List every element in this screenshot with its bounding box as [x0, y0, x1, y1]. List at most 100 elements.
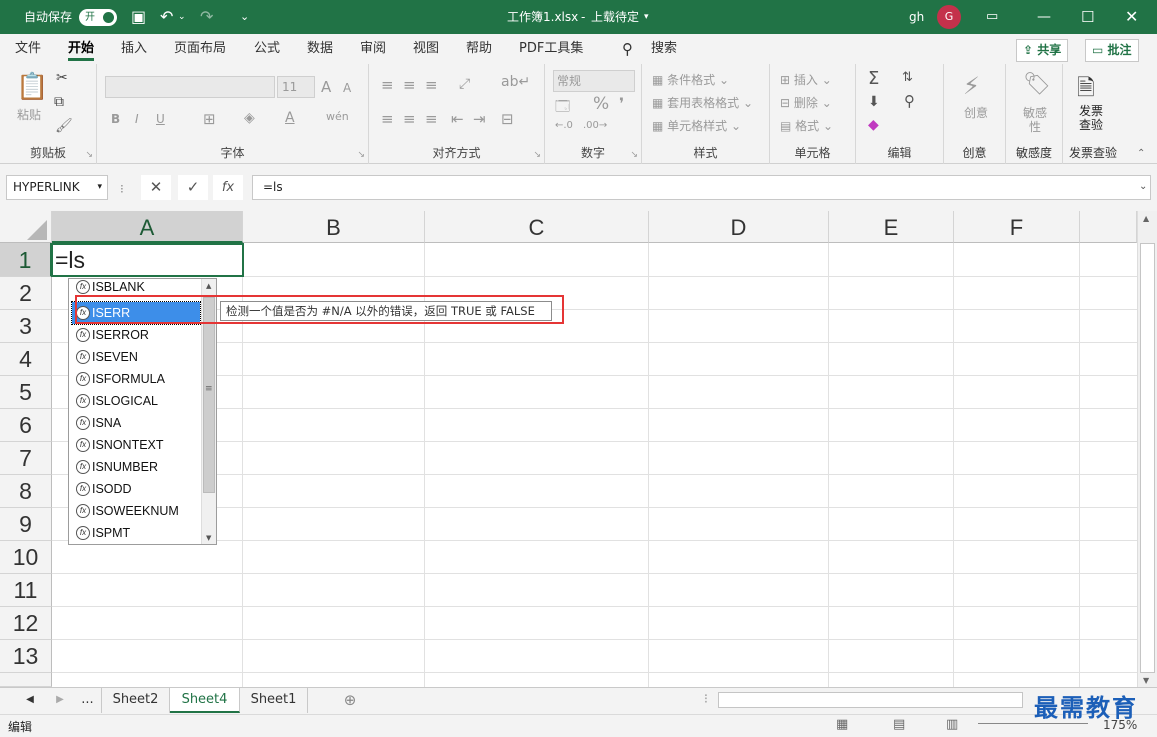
tab-data[interactable]: 数据 — [307, 34, 333, 64]
minimize-icon[interactable]: — — [1037, 0, 1051, 34]
ideas-icon[interactable]: ⚡ — [963, 72, 980, 100]
zoom-slider[interactable] — [978, 723, 1088, 724]
user-name[interactable]: gh — [909, 0, 924, 34]
avatar[interactable]: G — [937, 5, 961, 29]
format-cells-button[interactable]: ▤ 格式 ⌄ — [780, 117, 833, 134]
vertical-scroll-thumb[interactable] — [1140, 243, 1155, 673]
font-launcher-icon[interactable]: ↘ — [357, 150, 365, 160]
enter-entry-icon[interactable]: ✓ — [178, 175, 208, 200]
list-item[interactable]: fx ISERROR — [72, 324, 200, 346]
delete-cells-button[interactable]: ⊟ 删除 ⌄ — [780, 94, 832, 111]
align-right-icon[interactable]: ≡ — [425, 110, 438, 128]
column-header-e[interactable]: E — [829, 211, 954, 243]
number-launcher-icon[interactable]: ↘ — [630, 150, 638, 160]
phonetic-icon[interactable]: wén — [326, 110, 349, 123]
insert-function-button[interactable]: fx — [213, 175, 243, 200]
number-format-select[interactable]: 常规 — [553, 70, 635, 92]
name-box-dropdown-icon[interactable]: ▾ — [97, 176, 102, 199]
underline-button[interactable]: U — [156, 112, 165, 126]
name-box[interactable]: HYPERLINK ▾ — [6, 175, 108, 200]
conditional-format-button[interactable]: ▦ 条件格式 ⌄ — [652, 71, 729, 88]
row-header-14[interactable] — [0, 673, 52, 687]
list-item[interactable]: fx ISBLANK — [72, 280, 200, 294]
align-middle-icon[interactable]: ≡ — [403, 76, 416, 94]
tab-insert[interactable]: 插入 — [121, 34, 147, 64]
list-item[interactable]: fx ISNUMBER — [72, 456, 200, 478]
align-top-icon[interactable]: ≡ — [381, 76, 394, 94]
formula-input[interactable]: =ls — [252, 175, 1151, 200]
sensitivity-button[interactable]: 敏感性 — [1020, 106, 1050, 134]
redo-icon[interactable]: ↷ — [200, 0, 213, 34]
format-painter-icon[interactable]: 🖌 — [55, 118, 73, 134]
close-icon[interactable]: ✕ — [1125, 0, 1138, 34]
column-header-f[interactable]: F — [954, 211, 1080, 243]
grow-font-icon[interactable]: A — [321, 78, 331, 96]
row-header-9[interactable]: 9 — [0, 508, 52, 541]
customize-qat-icon[interactable]: ⌄ — [240, 0, 249, 34]
list-item[interactable]: fx ISODD — [72, 478, 200, 500]
tab-formulas[interactable]: 公式 — [254, 34, 280, 64]
list-item[interactable]: fx ISEVEN — [72, 346, 200, 368]
save-icon[interactable]: ▣ — [131, 0, 146, 34]
column-header-b[interactable]: B — [243, 211, 425, 243]
select-all-corner[interactable] — [0, 211, 52, 243]
search-icon[interactable]: ⚲ — [622, 34, 633, 64]
find-select-icon[interactable]: ⚲ — [904, 92, 915, 110]
list-item[interactable]: fx ISNA — [72, 412, 200, 434]
clear-icon[interactable]: ◆ — [868, 117, 879, 133]
cut-icon[interactable]: ✂ — [56, 70, 68, 86]
paste-icon[interactable]: 📋 — [16, 72, 48, 102]
fill-color-icon[interactable]: ◈ — [244, 110, 255, 126]
next-sheet-icon[interactable]: ▶ — [48, 688, 72, 713]
clipboard-launcher-icon[interactable]: ↘ — [85, 150, 93, 160]
undo-dropdown-icon[interactable]: ⌄ — [178, 0, 186, 34]
font-name-input[interactable] — [105, 76, 275, 98]
tab-home[interactable]: 开始 — [68, 34, 95, 64]
paste-label[interactable]: 粘贴 — [17, 106, 41, 123]
vertical-scrollbar[interactable]: ▲ ▼ — [1137, 211, 1157, 687]
insert-cells-button[interactable]: ⊞ 插入 ⌄ — [780, 71, 832, 88]
row-header-12[interactable]: 12 — [0, 607, 52, 640]
currency-icon[interactable]: 🗔 — [555, 96, 570, 120]
share-button[interactable]: ⇪ 共享 — [1016, 39, 1069, 62]
row-header-4[interactable]: 4 — [0, 343, 52, 376]
borders-icon[interactable]: ⊞ — [203, 110, 216, 128]
autosave-toggle[interactable]: 开 — [79, 9, 117, 26]
increase-decimal-icon[interactable]: ←.0 — [555, 120, 573, 131]
tab-split-icon[interactable]: ⁝ — [700, 688, 712, 713]
merge-icon[interactable]: ⊟ — [501, 110, 514, 128]
row-header-3[interactable]: 3 — [0, 310, 52, 343]
active-cell-a1[interactable]: =ls — [51, 243, 244, 277]
sheet-tab-sheet4[interactable]: Sheet4 — [170, 688, 240, 713]
search-label[interactable]: 搜索 — [651, 34, 677, 64]
font-size-input[interactable]: 11 — [277, 76, 315, 98]
column-header-g[interactable] — [1080, 211, 1137, 243]
align-bottom-icon[interactable]: ≡ — [425, 76, 438, 94]
scroll-down-icon[interactable]: ▼ — [206, 534, 211, 542]
page-layout-view-icon[interactable]: ▤ — [893, 717, 905, 732]
scroll-down-icon[interactable]: ▼ — [1143, 676, 1149, 685]
tab-view[interactable]: 视图 — [413, 34, 439, 64]
tab-file[interactable]: 文件 — [15, 34, 41, 64]
normal-view-icon[interactable]: ▦ — [836, 717, 848, 732]
column-header-d[interactable]: D — [649, 211, 829, 243]
row-header-1[interactable]: 1 — [0, 243, 52, 277]
comma-icon[interactable]: ❜ — [619, 94, 624, 113]
maximize-icon[interactable]: ☐ — [1081, 0, 1094, 34]
row-header-6[interactable]: 6 — [0, 409, 52, 442]
list-item[interactable]: fx ISNONTEXT — [72, 434, 200, 456]
format-as-table-button[interactable]: ▦ 套用表格格式 ⌄ — [652, 94, 753, 111]
sensitivity-icon[interactable]: 🏷 — [1023, 72, 1051, 97]
row-header-8[interactable]: 8 — [0, 475, 52, 508]
comments-button[interactable]: ▭ 批注 — [1085, 39, 1139, 62]
cancel-entry-icon[interactable]: ✕ — [141, 175, 171, 200]
invoice-button[interactable]: 发票查验 — [1076, 104, 1106, 132]
ideas-button[interactable]: 创意 — [963, 106, 989, 120]
orientation-icon[interactable]: ⤢ — [459, 76, 470, 92]
align-center-icon[interactable]: ≡ — [403, 110, 416, 128]
save-status[interactable]: 上载待定 — [591, 0, 639, 34]
tab-review[interactable]: 审阅 — [360, 34, 386, 64]
shrink-font-icon[interactable]: A — [343, 81, 351, 95]
bold-button[interactable]: B — [111, 112, 120, 126]
sheet-tab-sheet2[interactable]: Sheet2 — [102, 688, 170, 713]
